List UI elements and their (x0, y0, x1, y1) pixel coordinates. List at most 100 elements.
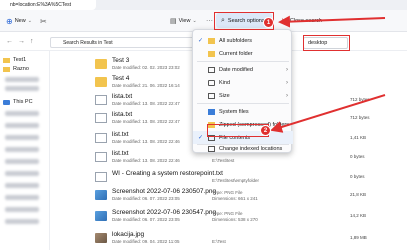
file-size: 1,41 KB (350, 135, 367, 140)
menu-item-label: All subfolders (219, 37, 253, 44)
blurred-item (5, 159, 39, 164)
more-options-button[interactable]: ⋯ (206, 15, 213, 27)
menu-item-date-modified[interactable]: Date modified › (193, 63, 293, 76)
file-date: Date modified: 21. 06. 2022 16:14 (112, 83, 180, 88)
blurred-item (5, 219, 39, 224)
file-date: Date modified: 13. 08. 2022 22:46 (112, 139, 180, 144)
blurred-item (5, 123, 39, 128)
menu-divider (197, 103, 289, 104)
menu-item-kind[interactable]: Kind › (193, 76, 293, 89)
menu-item-size[interactable]: Size › (193, 89, 293, 102)
system-files-icon (208, 108, 215, 115)
file-date: Date modified: 06. 07. 2022 23:05 (112, 217, 180, 222)
view-icon: ▤ (170, 18, 177, 25)
new-label: New (14, 18, 26, 24)
view-button[interactable]: ▤ View ⌄ (170, 15, 197, 27)
text-file-icon (95, 113, 107, 123)
close-search-button[interactable]: ✕ Close search (281, 15, 322, 26)
text-file-icon (95, 172, 107, 182)
step-badge-1: 1 (263, 17, 274, 28)
folder-icon (95, 59, 107, 69)
chevron-right-icon: › (286, 66, 288, 73)
menu-item-change-indexed-locations[interactable]: Change indexed locations (193, 142, 293, 155)
blurred-item (5, 135, 39, 140)
folder-icon (3, 57, 10, 63)
plus-icon: ⊕ (6, 16, 13, 26)
forward-arrow-icon[interactable]: → (18, 38, 25, 45)
calendar-icon (208, 66, 215, 73)
list-item[interactable]: Screenshot 2022-07-06 230547.png Date mo… (92, 208, 392, 228)
file-date: Date modified: 13. 08. 2022 22:46 (112, 158, 180, 163)
file-path: E:\Test\test (212, 158, 235, 163)
file-date: Date modified: 06. 07. 2022 23:05 (112, 196, 180, 201)
file-name: lokacija.jpg (112, 231, 145, 238)
blurred-item (5, 147, 39, 152)
sidebar-item-label: Razno (13, 66, 29, 72)
blurred-item (5, 171, 39, 176)
subfolders-icon (208, 37, 215, 44)
file-date: Date modified: 09. 04. 2022 11:05 (112, 239, 180, 244)
file-dimensions: Dimensions: 538 x 270 (212, 217, 258, 222)
list-item[interactable]: WI - Creating a system restorepoint.txt … (92, 169, 392, 185)
chevron-down-icon: ⌄ (192, 18, 197, 24)
file-name: lista.txt (112, 111, 133, 118)
menu-divider (197, 61, 289, 62)
cut-icon: ✂ (40, 16, 47, 26)
file-size: 1,89 MB (350, 235, 367, 240)
text-file-icon (95, 133, 107, 143)
blurred-item (5, 86, 39, 91)
badge-number: 2 (263, 127, 268, 134)
file-type: Type: PNG File (212, 190, 243, 195)
up-arrow-icon[interactable]: ↑ (30, 38, 34, 45)
more-icon: ⋯ (206, 18, 213, 25)
photo-file-icon (95, 233, 107, 243)
file-name: Test 4 (112, 75, 130, 82)
title-bar: nb=location:E%3A%5CTest (0, 0, 407, 10)
menu-item-label: Kind (219, 79, 231, 86)
blurred-item (5, 77, 39, 82)
menu-item-all-subfolders[interactable]: ✓ All subfolders (193, 34, 293, 47)
file-size: 0 bytes (350, 174, 365, 179)
image-file-icon (95, 211, 107, 221)
sidebar-item-label: This PC (13, 99, 33, 105)
chevron-right-icon: › (286, 92, 288, 99)
text-file-icon (95, 152, 107, 162)
file-name: Screenshot 2022-07-06 230507.png (112, 188, 217, 195)
sidebar-item-razno[interactable]: Razno (3, 66, 29, 72)
file-dimensions: Dimensions: 661 x 241 (212, 196, 258, 201)
indexed-locations-icon (208, 145, 215, 152)
folder-icon (95, 77, 107, 87)
menu-item-current-folder[interactable]: Current folder (193, 47, 293, 60)
highlight-box (303, 35, 350, 51)
tab-title: nb=location:E%3A%5CTest (10, 2, 72, 8)
blurred-item (5, 207, 39, 212)
sidebar-item-this-pc[interactable]: This PC (3, 99, 33, 105)
menu-item-system-files[interactable]: System files (193, 105, 293, 118)
file-path: E:\Test\test\emptyfolder (212, 178, 260, 183)
sidebar: Test1 Razno This PC (0, 51, 50, 250)
breadcrumb[interactable]: Search Results in Test (50, 37, 200, 48)
check-icon: ✓ (198, 135, 204, 141)
close-search-label: Close search (289, 17, 322, 24)
image-file-icon (95, 190, 107, 200)
badge-number: 1 (266, 19, 271, 26)
file-size: 712 bytes (350, 97, 370, 102)
size-icon (208, 92, 215, 99)
tab-search-results[interactable]: nb=location:E%3A%5CTest (0, 0, 96, 10)
file-name: Screenshot 2022-07-06 230547.png (112, 209, 217, 216)
file-size: 14,2 KB (350, 213, 367, 218)
file-size: 0 bytes (350, 154, 365, 159)
chevron-down-icon: ⌄ (27, 18, 32, 24)
cut-icon-button[interactable]: ✂ (40, 15, 47, 27)
sidebar-item-label: Test1 (13, 57, 27, 63)
list-item[interactable]: lokacija.jpg Date modified: 09. 04. 2022… (92, 230, 392, 246)
menu-item-label: Change indexed locations (219, 145, 283, 152)
step-badge-2: 2 (260, 125, 271, 136)
menu-item-label: Size (219, 92, 230, 99)
list-item[interactable]: Screenshot 2022-07-06 230507.png Date mo… (92, 187, 392, 207)
file-date: Date modified: 02. 02. 2023 23:02 (112, 65, 180, 70)
new-button[interactable]: ⊕ New ⌄ (6, 15, 32, 27)
sidebar-item-test1[interactable]: Test1 (3, 57, 26, 63)
menu-item-label: System files (219, 108, 249, 115)
back-arrow-icon[interactable]: ← (6, 38, 13, 45)
